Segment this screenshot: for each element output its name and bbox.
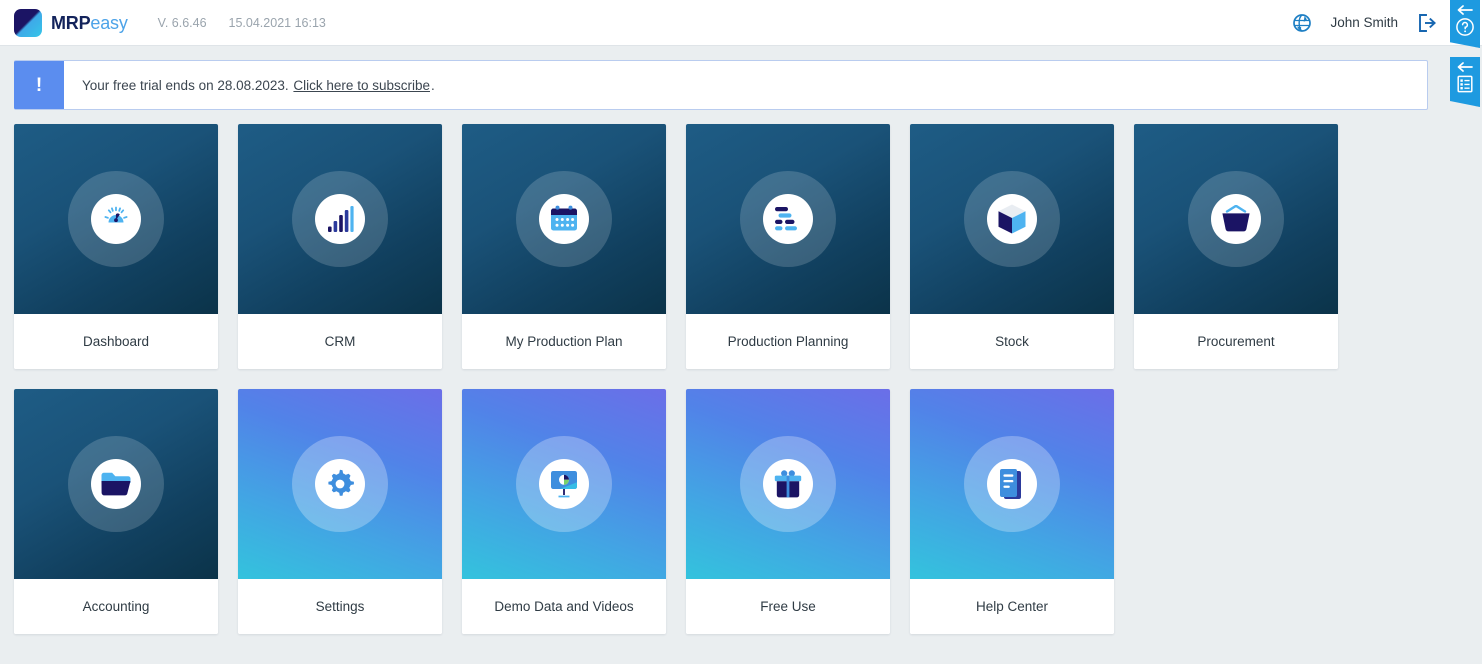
exclamation-icon: !	[14, 61, 64, 109]
document-icon	[987, 459, 1037, 509]
module-tile[interactable]: My Production Plan	[462, 124, 666, 369]
tile-halo	[964, 436, 1060, 532]
calendar-icon	[539, 194, 589, 244]
question-mark-circle-icon	[1455, 17, 1475, 37]
module-tile[interactable]: Help Center	[910, 389, 1114, 634]
tile-label: Demo Data and Videos	[462, 579, 666, 634]
tile-halo	[516, 436, 612, 532]
module-tile[interactable]: Procurement	[1134, 124, 1338, 369]
gauge-icon	[91, 194, 141, 244]
app-logo[interactable]: MRPeasy	[14, 9, 128, 37]
tile-artwork	[686, 124, 890, 314]
tile-artwork	[1134, 124, 1338, 314]
banner-message-text: Your free trial ends on 28.08.2023.	[82, 78, 289, 93]
folder-icon	[91, 459, 141, 509]
logout-icon[interactable]	[1416, 12, 1438, 34]
tile-artwork	[910, 124, 1114, 314]
tile-artwork	[238, 389, 442, 579]
banner-message-suffix: .	[431, 78, 435, 93]
tile-halo	[68, 436, 164, 532]
tile-artwork	[14, 389, 218, 579]
mrpeasy-logo-icon	[14, 9, 42, 37]
tile-halo	[516, 171, 612, 267]
gear-icon	[315, 459, 365, 509]
gift-icon	[763, 459, 813, 509]
tile-label: Accounting	[14, 579, 218, 634]
tile-halo	[964, 171, 1060, 267]
tile-label: Settings	[238, 579, 442, 634]
module-tile[interactable]: Settings	[238, 389, 442, 634]
tile-halo	[1188, 171, 1284, 267]
module-tile[interactable]: CRM	[238, 124, 442, 369]
app-logo-text: MRPeasy	[51, 14, 128, 32]
app-header: MRPeasy V. 6.6.46 15.04.2021 16:13 John …	[0, 0, 1482, 46]
tile-label: Production Planning	[686, 314, 890, 369]
tile-label: CRM	[238, 314, 442, 369]
tile-label: Stock	[910, 314, 1114, 369]
logo-text-mrp: MRP	[51, 13, 90, 33]
arrow-left-icon	[1457, 5, 1473, 15]
logo-text-easy: easy	[90, 13, 127, 33]
tile-halo	[292, 171, 388, 267]
tile-label: Procurement	[1134, 314, 1338, 369]
notes-list-icon	[1455, 74, 1475, 94]
arrow-left-icon	[1457, 62, 1473, 72]
presentation-icon	[539, 459, 589, 509]
trial-notification-banner: ! Your free trial ends on 28.08.2023. Cl…	[14, 60, 1428, 110]
module-tile[interactable]: Production Planning	[686, 124, 890, 369]
tile-halo	[292, 436, 388, 532]
side-tab-strip	[1450, 0, 1482, 107]
banner-message: Your free trial ends on 28.08.2023. Clic…	[64, 61, 435, 109]
side-tab-help[interactable]	[1450, 0, 1480, 48]
tile-artwork	[910, 389, 1114, 579]
tile-halo	[68, 171, 164, 267]
tile-label: Dashboard	[14, 314, 218, 369]
user-name[interactable]: John Smith	[1330, 15, 1398, 30]
app-version: V. 6.6.46	[158, 16, 207, 30]
tile-halo	[740, 436, 836, 532]
shopping-basket-icon	[1211, 194, 1261, 244]
globe-icon[interactable]	[1292, 13, 1312, 33]
tile-artwork	[462, 389, 666, 579]
module-tile[interactable]: Dashboard	[14, 124, 218, 369]
tile-artwork	[238, 124, 442, 314]
module-tile[interactable]: Stock	[910, 124, 1114, 369]
subscribe-link[interactable]: Click here to subscribe	[293, 78, 430, 93]
tile-artwork	[686, 389, 890, 579]
notification-banner-wrapper: ! Your free trial ends on 28.08.2023. Cl…	[0, 46, 1482, 110]
gantt-chart-icon	[763, 194, 813, 244]
tile-label: Free Use	[686, 579, 890, 634]
tile-halo	[740, 171, 836, 267]
cube-box-icon	[987, 194, 1037, 244]
module-tile-grid: Dashboard CRM	[0, 110, 1340, 634]
module-tile[interactable]: Demo Data and Videos	[462, 389, 666, 634]
tile-label: My Production Plan	[462, 314, 666, 369]
tile-artwork	[462, 124, 666, 314]
tile-artwork	[14, 124, 218, 314]
module-tile[interactable]: Free Use	[686, 389, 890, 634]
tile-label: Help Center	[910, 579, 1114, 634]
bar-chart-icon	[315, 194, 365, 244]
module-tile[interactable]: Accounting	[14, 389, 218, 634]
side-tab-notes[interactable]	[1450, 57, 1480, 107]
app-datetime: 15.04.2021 16:13	[229, 16, 326, 30]
